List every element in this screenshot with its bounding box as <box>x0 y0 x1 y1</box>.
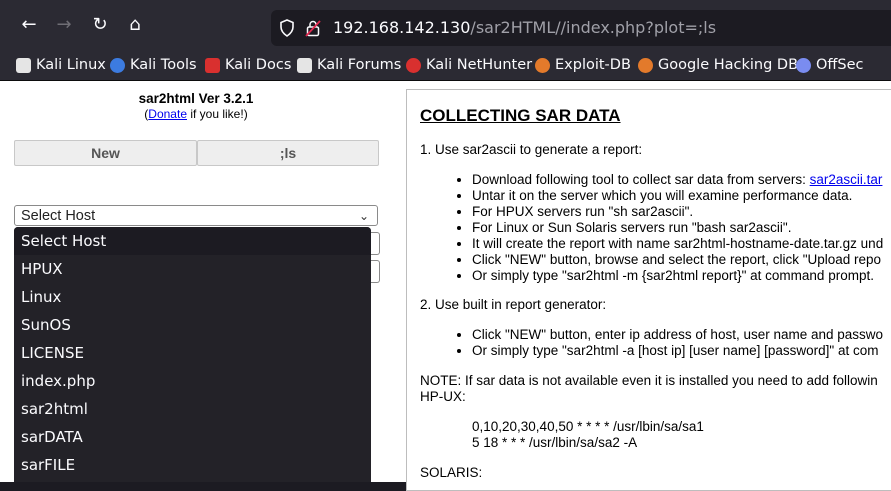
bookmark-google-hacking-db[interactable]: Google Hacking DB <box>638 55 798 75</box>
host-select[interactable]: Select Host ⌄ <box>14 205 378 226</box>
chevron-down-icon: ⌄ <box>358 209 369 223</box>
sar2ascii-link[interactable]: sar2ascii.tar <box>810 172 883 187</box>
bookmark-label: Google Hacking DB <box>658 57 799 73</box>
option-sarfile[interactable]: sarFILE <box>14 451 371 479</box>
list-item: Click "NEW" button, browse and select th… <box>472 252 883 268</box>
note-line-1: NOTE: If sar data is not available even … <box>420 373 878 388</box>
exploit-db-icon <box>535 57 550 73</box>
url-host: 192.168.142.130 <box>333 18 471 37</box>
nethunter-icon <box>406 57 421 73</box>
kali-forums-icon <box>297 57 312 73</box>
step1-text: 1. Use sar2ascii to generate a report: <box>420 142 643 157</box>
url-path: /sar2HTML//index.php?plot=;ls <box>470 18 717 37</box>
option-sar2html[interactable]: sar2html <box>14 395 371 423</box>
page-content: sar2html Ver 3.2.1 (Donate if you like!)… <box>0 81 891 491</box>
list-item: For Linux or Sun Solaris servers run "ba… <box>472 220 883 236</box>
host-select-value: Select Host <box>21 208 96 224</box>
ghdb-icon <box>638 57 653 73</box>
bookmark-kali-nethunter[interactable]: Kali NetHunter <box>406 55 532 75</box>
shield-icon[interactable] <box>279 19 295 37</box>
kali-dragon-icon <box>16 57 31 73</box>
cron-line-1: 0,10,20,30,40,50 * * * * /usr/lbin/sa/sa… <box>472 419 704 434</box>
back-arrow-icon[interactable]: ← <box>18 14 40 36</box>
bookmark-label: Kali NetHunter <box>426 57 533 73</box>
solaris-label: SOLARIS: <box>420 465 483 480</box>
option-index-php[interactable]: index.php <box>14 367 371 395</box>
bookmark-offsec[interactable]: OffSec <box>796 55 864 75</box>
kali-tools-icon <box>110 57 125 73</box>
insecure-lock-icon[interactable] <box>305 19 321 37</box>
home-icon[interactable]: ⌂ <box>124 14 146 36</box>
bookmark-label: Kali Forums <box>317 57 402 73</box>
list-item: Or simply type "sar2html -a [host ip] [u… <box>472 343 883 359</box>
option-hpux[interactable]: HPUX <box>14 255 371 283</box>
bookmark-kali-linux[interactable]: Kali Linux <box>16 55 106 75</box>
bookmark-exploit-db[interactable]: Exploit-DB <box>535 55 631 75</box>
instructions-heading: COLLECTING SAR DATA <box>420 106 621 125</box>
donate-rest: if you like!) <box>187 107 248 121</box>
instructions-panel: COLLECTING SAR DATA 1. Use sar2ascii to … <box>406 89 891 491</box>
left-panel: sar2html Ver 3.2.1 (Donate if you like!)… <box>0 81 392 482</box>
new-button[interactable]: New <box>14 140 197 166</box>
kali-docs-icon <box>205 57 220 73</box>
bookmark-kali-docs[interactable]: Kali Docs <box>205 55 291 75</box>
donate-line: (Donate if you like!) <box>0 107 392 121</box>
list-item: It will create the report with name sar2… <box>472 236 883 252</box>
list-item: Click "NEW" button, enter ip address of … <box>472 327 883 343</box>
url-text: 192.168.142.130/sar2HTML//index.php?plot… <box>333 18 716 37</box>
bookmark-label: Exploit-DB <box>555 57 631 73</box>
bookmark-label: Kali Linux <box>36 57 106 73</box>
list-item: Download following tool to collect sar d… <box>472 172 883 188</box>
tertiary-select-edge[interactable] <box>370 260 380 283</box>
reload-icon[interactable]: ↻ <box>89 14 111 36</box>
option-sunos[interactable]: SunOS <box>14 311 371 339</box>
url-bar[interactable]: 192.168.142.130/sar2HTML//index.php?plot… <box>271 10 891 46</box>
list-item: Or simply type "sar2html -m {sar2html re… <box>472 268 883 284</box>
bookmark-label: Kali Tools <box>130 57 197 73</box>
step2-text: 2. Use built in report generator: <box>420 297 607 312</box>
bookmark-kali-forums[interactable]: Kali Forums <box>297 55 401 75</box>
offsec-icon <box>796 57 811 73</box>
ls-button[interactable]: ;ls <box>197 140 379 166</box>
bookmark-kali-tools[interactable]: Kali Tools <box>110 55 197 75</box>
list-item: For HPUX servers run "sh sar2ascii". <box>472 204 883 220</box>
step2-list: Click "NEW" button, enter ip address of … <box>456 327 883 359</box>
note-line-2: HP-UX: <box>420 389 466 404</box>
donate-link[interactable]: Donate <box>148 107 187 121</box>
bookmark-label: OffSec <box>816 57 864 73</box>
option-license[interactable]: LICENSE <box>14 339 371 367</box>
secondary-select-edge[interactable] <box>370 232 380 255</box>
option-linux[interactable]: Linux <box>14 283 371 311</box>
step1-list: Download following tool to collect sar d… <box>456 172 883 284</box>
cron-line-2: 5 18 * * * /usr/lbin/sa/sa2 -A <box>472 435 638 450</box>
bookmark-label: Kali Docs <box>225 57 292 73</box>
host-dropdown-list[interactable]: Select Host HPUX Linux SunOS LICENSE ind… <box>14 227 371 482</box>
list-item: Untar it on the server which you will ex… <box>472 188 883 204</box>
bookmarks-bar: Kali Linux Kali Tools Kali Docs Kali For… <box>0 50 891 81</box>
forward-arrow-icon[interactable]: → <box>53 14 75 36</box>
browser-toolbar: ← → ↻ ⌂ 192.168.142.130/sar2HTML//index.… <box>0 0 891 50</box>
option-select-host[interactable]: Select Host <box>14 227 371 255</box>
app-title: sar2html Ver 3.2.1 <box>138 91 254 106</box>
option-sardata[interactable]: sarDATA <box>14 423 371 451</box>
download-text: Download following tool to collect sar d… <box>472 172 810 187</box>
